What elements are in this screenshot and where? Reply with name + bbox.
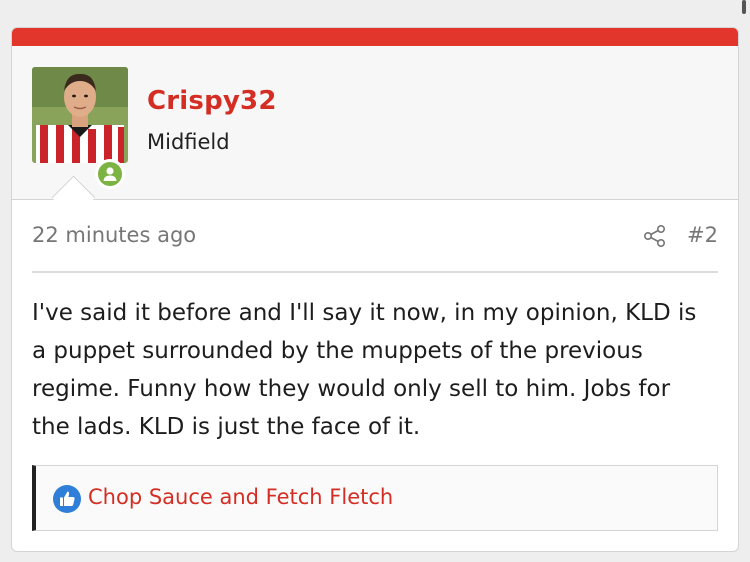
user-block-pointer: [51, 175, 96, 220]
share-icon[interactable]: [642, 223, 668, 249]
user-block: Crispy32 Midfield: [12, 46, 738, 220]
post-meta: 22 minutes ago #2: [32, 223, 718, 253]
forum-post: Crispy32 Midfield 22 minutes ago #2 I've…: [11, 27, 739, 552]
avatar-image: [32, 67, 128, 163]
post-accent-bar: [12, 28, 738, 46]
user-title: Midfield: [147, 130, 230, 154]
post-timestamp[interactable]: 22 minutes ago: [32, 223, 196, 247]
post-number-link[interactable]: #2: [687, 223, 718, 247]
avatar[interactable]: [32, 67, 128, 163]
scrollbar-thumb[interactable]: [742, 0, 746, 14]
post-message: I've said it before and I'll say it now,…: [32, 300, 697, 440]
reactions-bar[interactable]: Chop Sauce and Fetch Fletch: [32, 465, 718, 531]
reaction-users-link[interactable]: Chop Sauce and Fetch Fletch: [88, 485, 393, 509]
username-link[interactable]: Crispy32: [147, 86, 277, 116]
thumbs-up-icon: [52, 484, 82, 514]
divider: [32, 271, 718, 273]
online-status-icon: [95, 159, 125, 189]
